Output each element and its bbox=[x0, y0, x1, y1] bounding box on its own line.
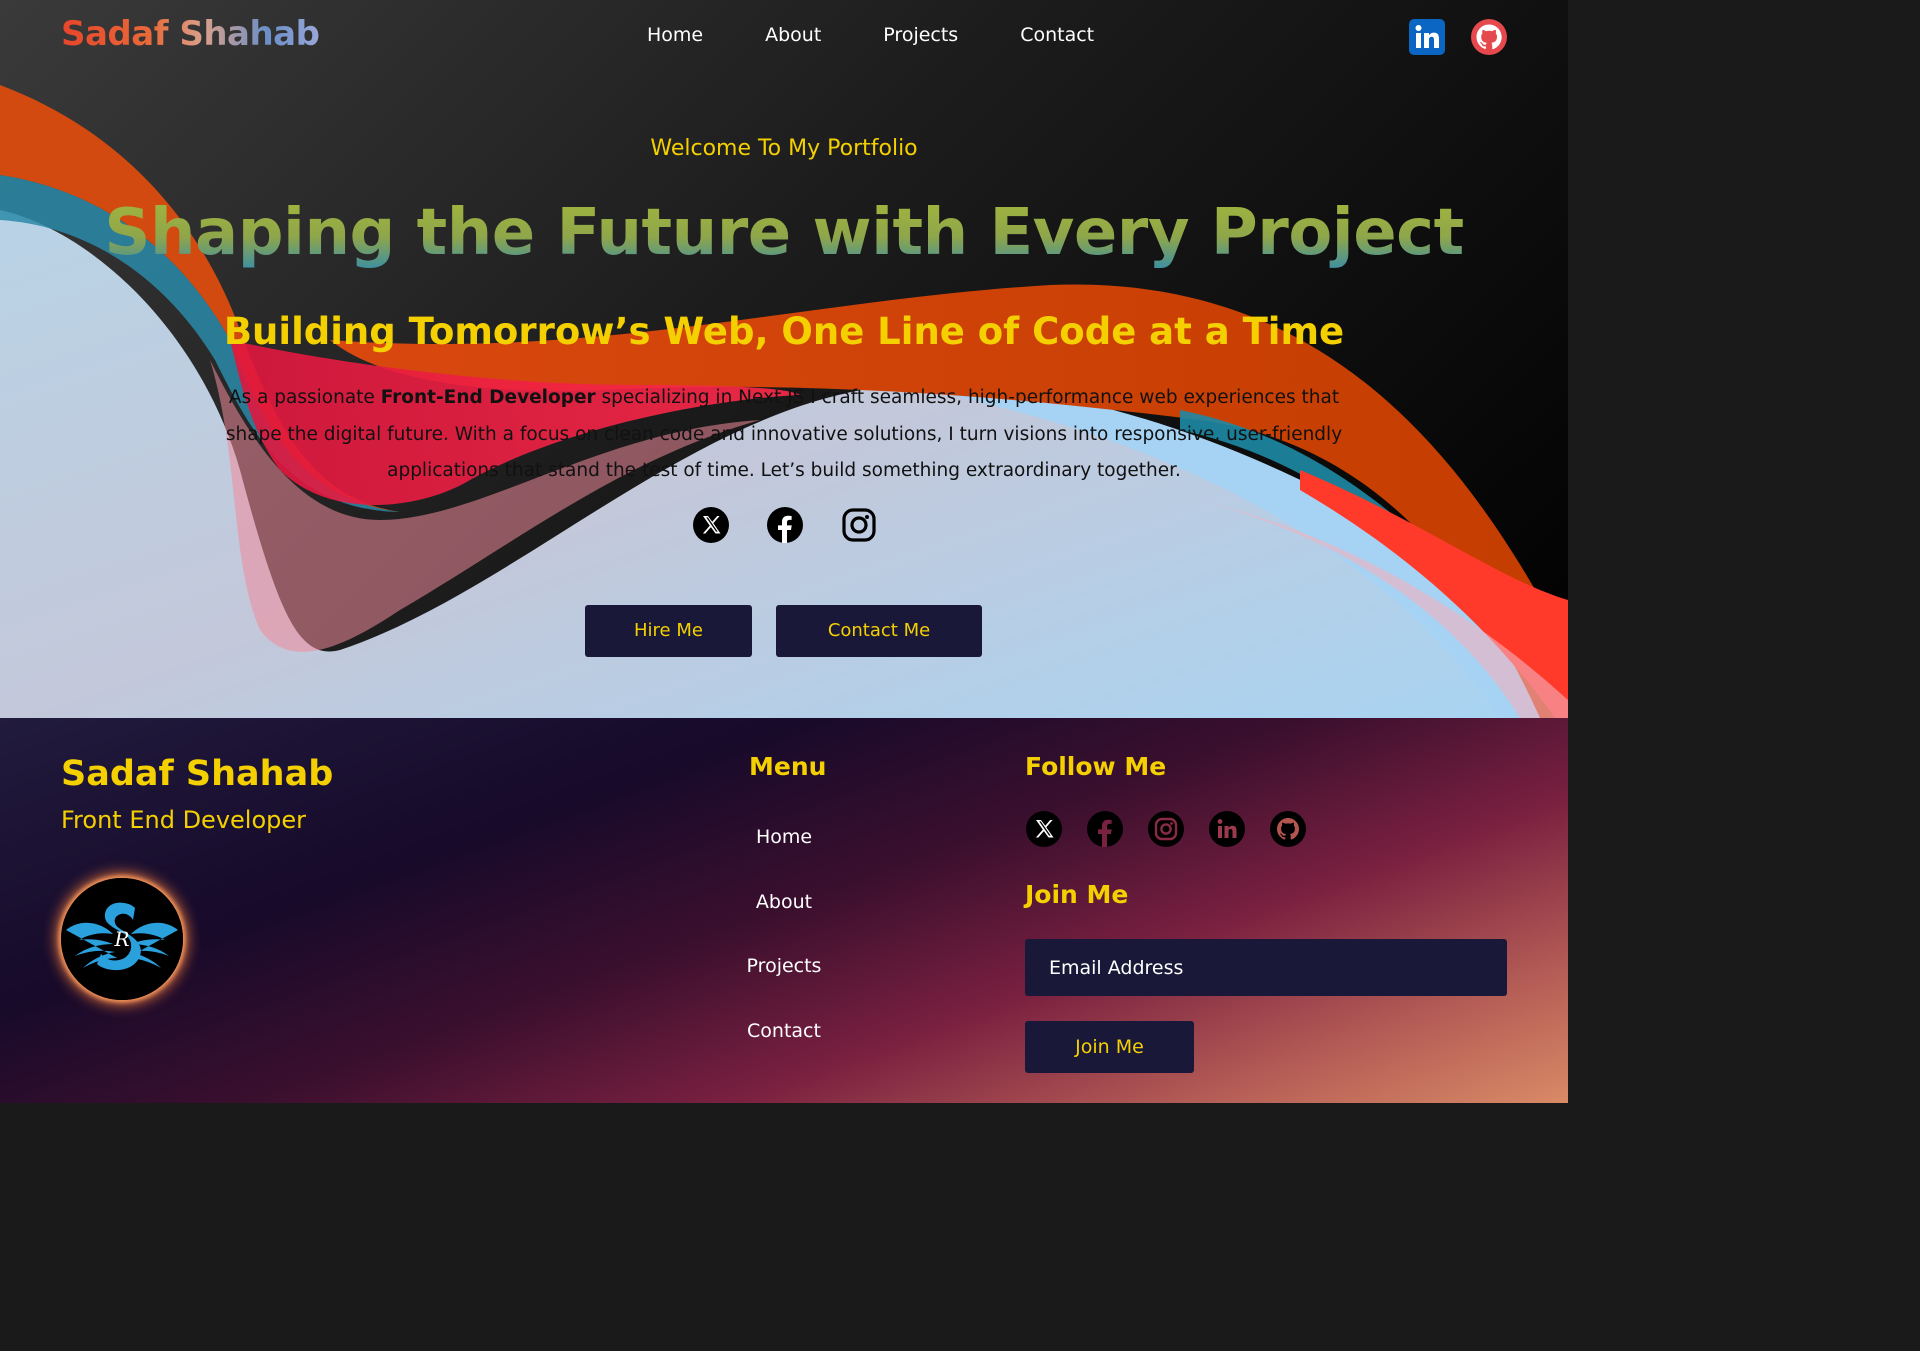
intro-highlight: Front-End Developer bbox=[380, 387, 596, 408]
footer-menu: Home About Projects Contact bbox=[700, 818, 868, 1076]
svg-text:R: R bbox=[113, 927, 129, 951]
footer-link-contact[interactable]: Contact bbox=[700, 1012, 868, 1077]
linkedin-icon[interactable] bbox=[1208, 810, 1246, 848]
nav-link-contact[interactable]: Contact bbox=[1020, 24, 1094, 46]
facebook-icon[interactable] bbox=[766, 506, 804, 544]
hero-social-links bbox=[692, 506, 878, 544]
footer-role: Front End Developer bbox=[61, 806, 307, 834]
avatar: R bbox=[61, 878, 183, 1000]
logo-wings-icon: R bbox=[61, 878, 183, 1000]
footer-social-links bbox=[1025, 810, 1307, 848]
x-icon[interactable] bbox=[1025, 810, 1063, 848]
join-me-button[interactable]: Join Me bbox=[1025, 1021, 1194, 1073]
contact-me-button[interactable]: Contact Me bbox=[776, 605, 982, 657]
hero-intro-paragraph: As a passionate Front-End Developer spec… bbox=[200, 380, 1368, 490]
hero-content: Welcome To My Portfolio Shaping the Futu… bbox=[0, 0, 1568, 718]
footer-name: Sadaf Shahab bbox=[61, 754, 334, 794]
facebook-icon[interactable] bbox=[1086, 810, 1124, 848]
main-nav: Home About Projects Contact bbox=[616, 24, 1125, 46]
nav-link-about[interactable]: About bbox=[765, 24, 821, 46]
github-icon[interactable] bbox=[1470, 18, 1508, 56]
footer-link-about[interactable]: About bbox=[700, 883, 868, 948]
nav-link-projects[interactable]: Projects bbox=[883, 24, 958, 46]
site-logo[interactable]: Sadaf Shahab bbox=[61, 14, 320, 54]
hero-section: Sadaf Shahab Home About Projects Contact… bbox=[0, 0, 1568, 718]
follow-me-title: Follow Me bbox=[1025, 752, 1167, 781]
site-footer: Sadaf Shahab Front End Developer R Menu … bbox=[0, 718, 1568, 1103]
welcome-text: Welcome To My Portfolio bbox=[650, 136, 918, 161]
header-social-links bbox=[1408, 18, 1508, 56]
intro-prefix: As a passionate bbox=[228, 387, 381, 408]
nav-link-home[interactable]: Home bbox=[647, 24, 703, 46]
hire-me-button[interactable]: Hire Me bbox=[585, 605, 752, 657]
x-icon[interactable] bbox=[692, 506, 730, 544]
instagram-icon[interactable] bbox=[840, 506, 878, 544]
join-me-title: Join Me bbox=[1025, 880, 1129, 909]
footer-menu-title: Menu bbox=[749, 752, 827, 781]
top-navbar: Sadaf Shahab Home About Projects Contact bbox=[0, 0, 1568, 74]
linkedin-icon[interactable] bbox=[1408, 18, 1446, 56]
instagram-icon[interactable] bbox=[1147, 810, 1185, 848]
hero-headline: Shaping the Future with Every Project bbox=[0, 196, 1568, 270]
footer-link-projects[interactable]: Projects bbox=[700, 947, 868, 1012]
hero-subheadline: Building Tomorrow’s Web, One Line of Cod… bbox=[223, 310, 1345, 353]
github-icon[interactable] bbox=[1269, 810, 1307, 848]
footer-link-home[interactable]: Home bbox=[700, 818, 868, 883]
email-field[interactable] bbox=[1025, 939, 1507, 996]
